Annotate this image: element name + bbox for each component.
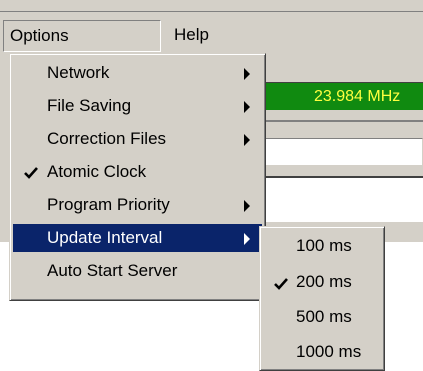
submenu-item-1000ms[interactable]: 1000 ms — [263, 337, 381, 367]
content-area — [262, 178, 423, 222]
submenu-arrow-icon — [244, 68, 250, 80]
menu-item-correction-files[interactable]: Correction Files — [13, 125, 262, 153]
menu-item-label: Auto Start Server — [47, 261, 178, 280]
menu-item-label: Program Priority — [47, 195, 170, 214]
menu-item-label: Update Interval — [47, 228, 163, 247]
submenu-arrow-icon — [244, 134, 250, 146]
menu-item-label: Network — [47, 63, 110, 82]
menu-item-update-interval[interactable]: Update Interval — [13, 224, 262, 252]
menu-item-program-priority[interactable]: Program Priority — [13, 191, 262, 219]
menu-item-label: Atomic Clock — [47, 162, 147, 181]
menu-item-file-saving[interactable]: File Saving — [13, 92, 262, 120]
submenu-item-label: 1000 ms — [296, 342, 362, 361]
checkmark-icon — [24, 167, 38, 179]
submenu-item-label: 100 ms — [296, 236, 352, 255]
menubar-options[interactable]: Options — [3, 20, 161, 52]
submenu-arrow-icon — [244, 101, 250, 113]
submenu-item-label: 200 ms — [296, 272, 352, 291]
menu-item-network[interactable]: Network — [13, 59, 262, 87]
submenu-arrow-icon — [244, 233, 250, 245]
frequency-display: 23.984 MHz — [262, 82, 423, 110]
panel-divider — [262, 120, 423, 122]
submenu-arrow-icon — [244, 200, 250, 212]
submenu-item-500ms[interactable]: 500 ms — [263, 302, 381, 332]
menu-item-label: File Saving — [47, 96, 132, 115]
text-field[interactable] — [262, 138, 423, 166]
submenu-item-label: 500 ms — [296, 307, 352, 326]
checkmark-icon — [274, 278, 288, 290]
menu-item-label: Correction Files — [47, 129, 167, 148]
menubar-help[interactable]: Help — [168, 20, 228, 52]
menu-item-auto-start-server[interactable]: Auto Start Server — [13, 257, 262, 285]
window-title-strip — [0, 0, 423, 12]
submenu-item-100ms[interactable]: 100 ms — [263, 231, 381, 261]
menu-item-atomic-clock[interactable]: Atomic Clock — [13, 158, 262, 186]
menubar: Options Help — [0, 12, 423, 52]
submenu-item-200ms[interactable]: 200 ms — [263, 267, 381, 297]
options-menu: Network File Saving Correction Files Ato… — [9, 53, 266, 301]
update-interval-submenu: 100 ms 200 ms 500 ms 1000 ms — [259, 226, 385, 371]
